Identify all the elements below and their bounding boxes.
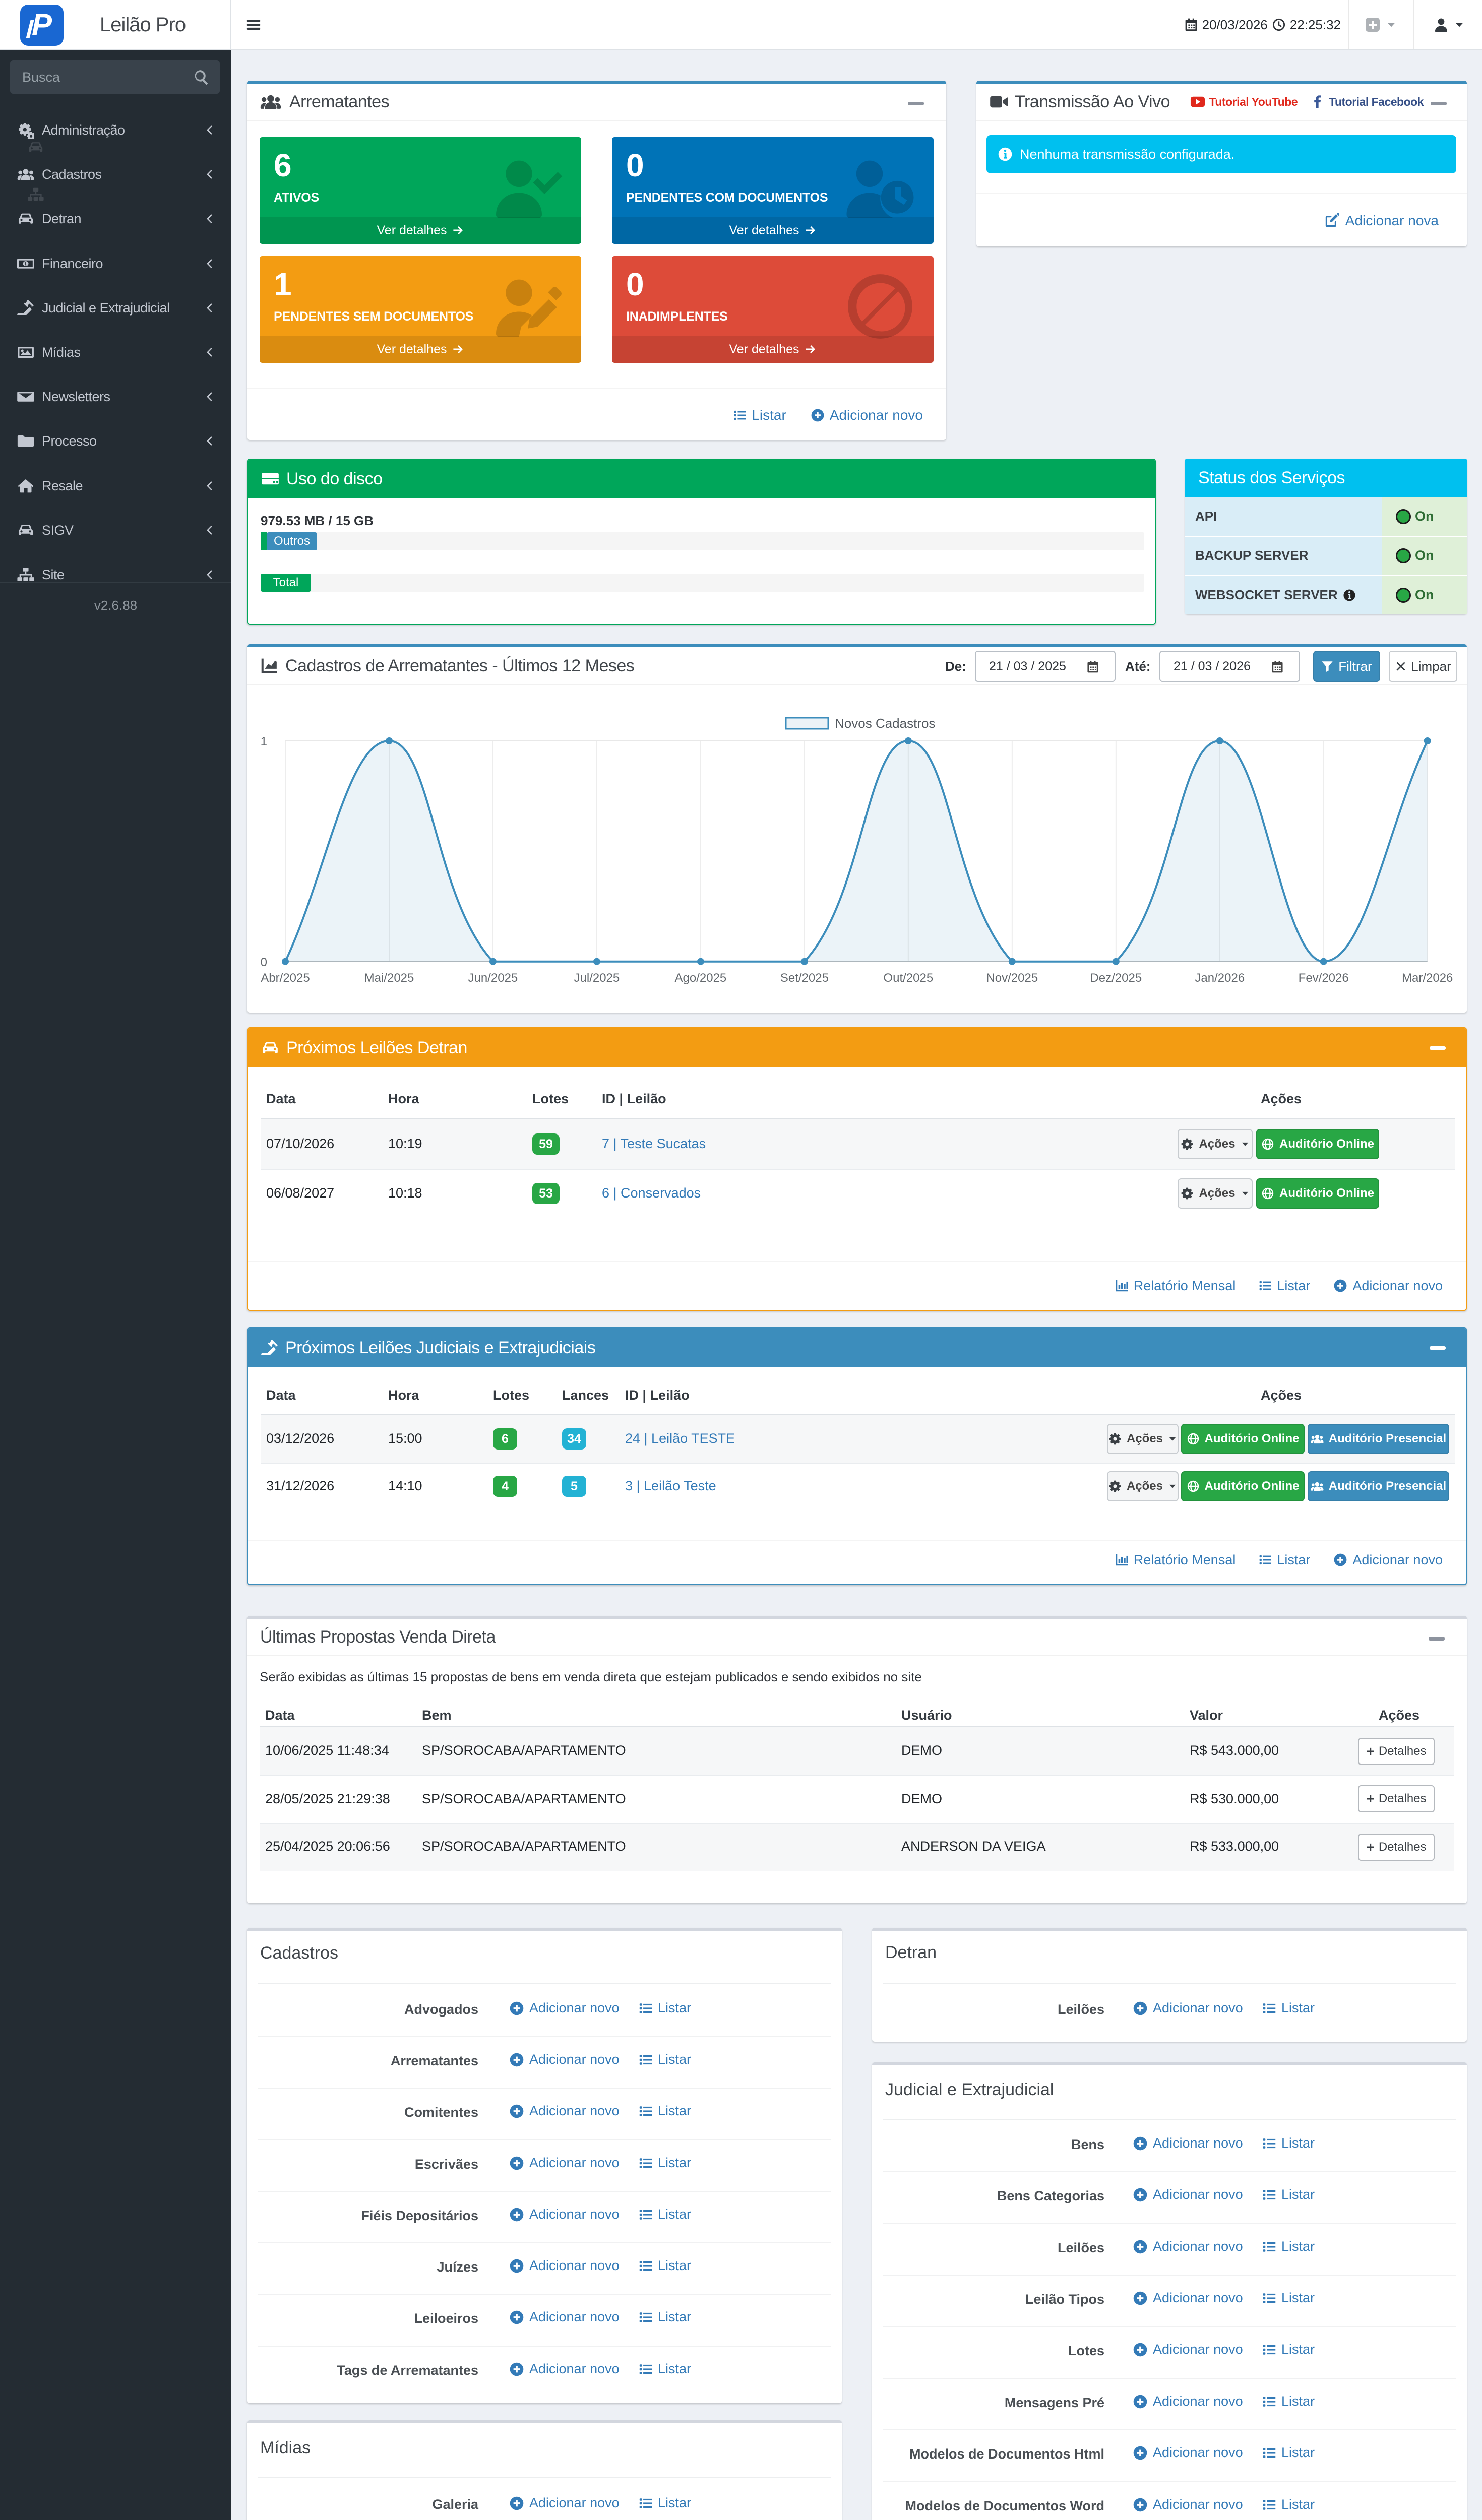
svg-text:Abr/2025: Abr/2025: [261, 971, 310, 985]
svg-text:Fev/2026: Fev/2026: [1299, 971, 1349, 985]
svg-text:1: 1: [261, 735, 267, 748]
svg-text:Dez/2025: Dez/2025: [1090, 971, 1142, 985]
svg-text:Ago/2025: Ago/2025: [675, 971, 727, 985]
svg-text:Jun/2025: Jun/2025: [468, 971, 518, 985]
svg-text:Jan/2026: Jan/2026: [1195, 971, 1245, 985]
svg-text:Mai/2025: Mai/2025: [364, 971, 414, 985]
svg-text:0: 0: [261, 956, 267, 969]
svg-text:Mar/2026: Mar/2026: [1402, 971, 1453, 985]
svg-text:Nov/2025: Nov/2025: [986, 971, 1038, 985]
svg-text:Set/2025: Set/2025: [780, 971, 829, 985]
svg-text:Out/2025: Out/2025: [883, 971, 933, 985]
svg-text:Novos Cadastros: Novos Cadastros: [835, 716, 935, 731]
svg-text:Jul/2025: Jul/2025: [574, 971, 620, 985]
